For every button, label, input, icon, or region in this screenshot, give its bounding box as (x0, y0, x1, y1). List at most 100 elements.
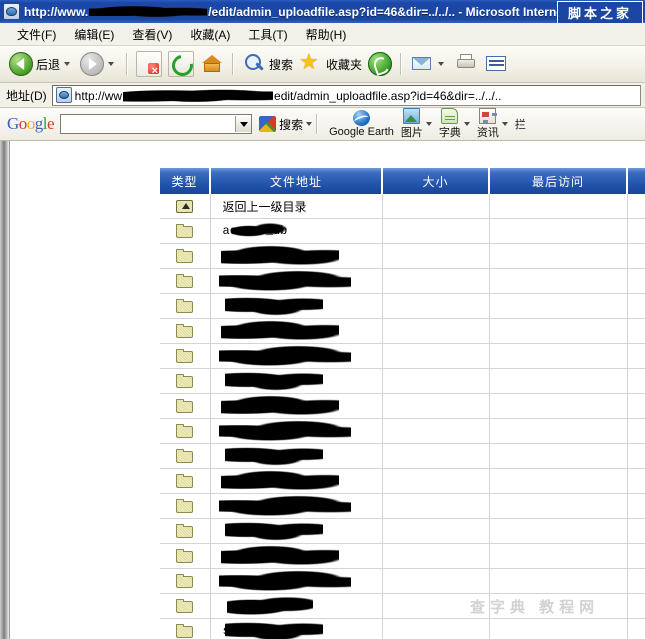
table-row[interactable] (160, 469, 645, 494)
table-row[interactable] (160, 244, 645, 269)
table-row[interactable] (160, 344, 645, 369)
cell-path[interactable] (210, 594, 382, 619)
cell-extra (627, 594, 645, 619)
cell-path[interactable] (210, 344, 382, 369)
cell-path[interactable] (210, 519, 382, 544)
google-news-button[interactable]: 资讯 (477, 108, 499, 140)
cell-extra (627, 369, 645, 394)
cell-extra (627, 569, 645, 594)
stop-button[interactable] (133, 49, 165, 79)
table-row[interactable] (160, 444, 645, 469)
chevron-down-icon[interactable] (64, 62, 70, 66)
table-row[interactable]: 返回上一级目录 (160, 194, 645, 219)
edit-button[interactable] (481, 49, 511, 79)
chevron-down-icon[interactable] (306, 122, 312, 126)
chevron-down-icon[interactable] (464, 122, 470, 126)
table-row[interactable]: 1 (160, 544, 645, 569)
print-button[interactable] (451, 49, 481, 79)
column-header-size[interactable]: 大小 (382, 168, 489, 194)
chevron-down-icon[interactable] (502, 122, 508, 126)
table-row[interactable] (160, 294, 645, 319)
folder-icon (176, 349, 194, 363)
google-images-button[interactable]: 图片 (401, 108, 423, 140)
cell-path[interactable]: s (210, 619, 382, 639)
brand-badge: 脚本之家 (557, 1, 643, 23)
google-earth-button[interactable]: Google Earth (329, 110, 394, 138)
cell-accessed (489, 219, 627, 244)
refresh-icon (168, 51, 194, 77)
cell-path[interactable]: 返回上一级目录 (210, 194, 382, 219)
title-bar: http://www./edit/admin_uploadfile.asp?id… (0, 0, 645, 23)
folder-icon (176, 499, 194, 513)
table-row[interactable] (160, 569, 645, 594)
cell-path[interactable] (210, 294, 382, 319)
folder-icon (176, 224, 194, 238)
history-button[interactable] (365, 49, 395, 79)
cell-path[interactable]: access_db (210, 219, 382, 244)
google-popup-blocker-button[interactable]: 拦 (515, 116, 526, 132)
forward-button[interactable] (77, 49, 121, 79)
redaction-mark (89, 5, 207, 18)
google-search-button[interactable]: 搜索 (259, 116, 312, 133)
cell-path[interactable]: 1 (210, 544, 382, 569)
cell-path[interactable] (210, 369, 382, 394)
cell-accessed (489, 244, 627, 269)
google-search-input[interactable] (60, 114, 252, 134)
cell-accessed (489, 594, 627, 619)
table-row[interactable] (160, 269, 645, 294)
cell-type (160, 369, 210, 394)
cell-path[interactable] (210, 394, 382, 419)
browser-window: http://www./edit/admin_uploadfile.asp?id… (0, 0, 645, 639)
cell-path[interactable] (210, 444, 382, 469)
folder-icon (176, 249, 194, 263)
redaction-mark (225, 370, 323, 392)
column-header-accessed[interactable]: 最后访问 (489, 168, 627, 194)
cell-path[interactable] (210, 569, 382, 594)
table-row[interactable] (160, 594, 645, 619)
mail-button[interactable] (407, 49, 451, 79)
cell-accessed (489, 269, 627, 294)
cell-path[interactable] (210, 319, 382, 344)
menu-item-help[interactable]: 帮助(H) (297, 24, 356, 45)
menu-item-favorites[interactable]: 收藏(A) (181, 24, 239, 45)
google-dictionary-button[interactable]: 字典 (439, 108, 461, 140)
cell-path[interactable] (210, 419, 382, 444)
column-header-type[interactable]: 类型 (160, 168, 210, 194)
table-row[interactable]: access_db (160, 219, 645, 244)
favorites-button[interactable]: 收藏夹 (296, 49, 365, 79)
cell-path[interactable] (210, 244, 382, 269)
column-header-path[interactable]: 文件地址 (210, 168, 382, 194)
menu-item-file[interactable]: 文件(F) (8, 24, 65, 45)
back-button[interactable]: 后退 (6, 49, 77, 79)
chevron-down-icon[interactable] (235, 116, 251, 132)
cell-extra (627, 419, 645, 444)
table-row[interactable] (160, 319, 645, 344)
table-row[interactable] (160, 519, 645, 544)
table-row[interactable] (160, 394, 645, 419)
address-input[interactable]: http://wwedit/admin_uploadfile.asp?id=46… (52, 85, 641, 106)
cell-extra (627, 294, 645, 319)
cell-size (382, 294, 489, 319)
cell-path[interactable] (210, 469, 382, 494)
folder-icon (176, 549, 194, 563)
menu-item-tools[interactable]: 工具(T) (239, 24, 296, 45)
chevron-down-icon[interactable] (438, 62, 444, 66)
cell-path[interactable] (210, 494, 382, 519)
chevron-down-icon[interactable] (426, 122, 432, 126)
table-row[interactable] (160, 419, 645, 444)
search-button[interactable]: 搜索 (239, 49, 296, 79)
table-row[interactable] (160, 494, 645, 519)
table-row[interactable] (160, 369, 645, 394)
home-button[interactable] (197, 49, 227, 79)
google-toolbar: Google 搜索 Google Earth 图片 字典 资讯 (0, 108, 645, 141)
redaction-mark (221, 320, 339, 342)
cell-path[interactable] (210, 269, 382, 294)
refresh-button[interactable] (165, 49, 197, 79)
images-icon (403, 108, 420, 124)
cell-type (160, 394, 210, 419)
menu-item-edit[interactable]: 编辑(E) (65, 24, 123, 45)
chevron-down-icon[interactable] (108, 62, 114, 66)
table-row[interactable]: s (160, 619, 645, 639)
toolbar-divider (126, 53, 128, 75)
menu-item-view[interactable]: 查看(V) (123, 24, 181, 45)
